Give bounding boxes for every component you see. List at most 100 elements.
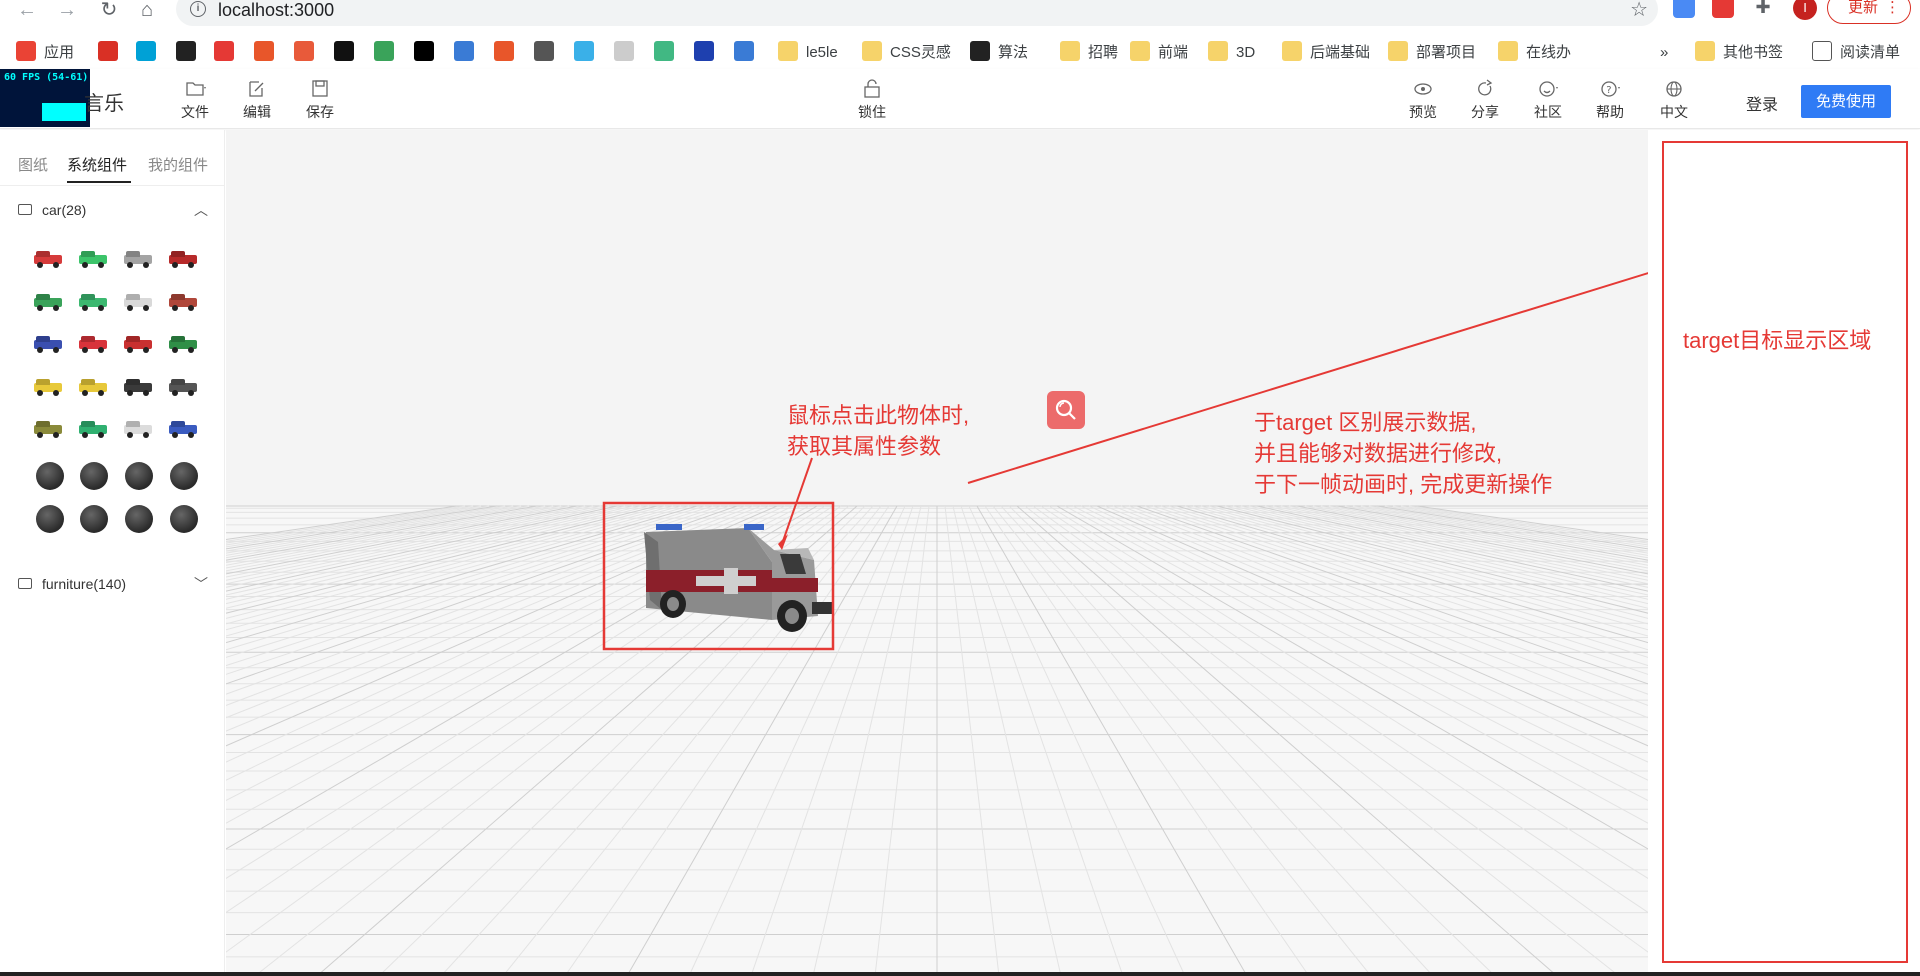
bookmark-item[interactable] <box>214 41 242 65</box>
wheel-component[interactable] <box>170 505 198 533</box>
car-component-thumbnail[interactable] <box>122 335 154 355</box>
group-furniture[interactable]: furniture(140) ﹀ <box>18 573 208 595</box>
car-component-thumbnail[interactable] <box>32 335 64 355</box>
save-button[interactable]: 保存 <box>290 79 350 122</box>
car-component-thumbnail[interactable] <box>122 250 154 270</box>
wheel-component[interactable] <box>80 462 108 490</box>
tab-drawings[interactable]: 图纸 <box>18 154 48 175</box>
bookmark-item[interactable] <box>374 41 402 65</box>
bookmark-label: 算法 <box>998 44 1029 61</box>
car-component-thumbnail[interactable] <box>77 335 109 355</box>
update-button[interactable]: 更新 ⋮ <box>1827 0 1911 24</box>
wheel-component[interactable] <box>36 462 64 490</box>
car-component-thumbnail[interactable] <box>77 378 109 398</box>
tab-my-components[interactable]: 我的组件 <box>148 154 208 175</box>
bookmark-item[interactable] <box>534 41 562 65</box>
address-bar[interactable]: i localhost:3000 ☆ <box>176 0 1658 26</box>
preview-button[interactable]: 预览 <box>1393 79 1453 122</box>
language-menu[interactable]: 中文 <box>1644 79 1704 122</box>
reading-list[interactable]: 阅读清单 <box>1812 41 1900 65</box>
bookmark-item[interactable] <box>254 41 282 65</box>
car-component-thumbnail[interactable] <box>77 293 109 313</box>
share-button[interactable]: 分享 <box>1455 79 1515 122</box>
scene-canvas[interactable] <box>226 130 1648 976</box>
help-menu[interactable]: ? 帮助 <box>1580 79 1640 122</box>
url-text[interactable]: localhost:3000 <box>218 0 334 21</box>
bookmark-item[interactable] <box>654 41 682 65</box>
bookmark-item[interactable]: 后端基础 <box>1282 41 1370 65</box>
bookmark-item[interactable]: 应用 <box>16 41 74 65</box>
bookmark-item[interactable] <box>574 41 602 65</box>
bookmark-item[interactable]: CSS灵感 <box>862 41 951 65</box>
login-link[interactable]: 登录 <box>1746 91 1778 115</box>
profile-avatar[interactable]: I <box>1793 0 1817 20</box>
bookmark-star-icon[interactable]: ☆ <box>1630 0 1648 22</box>
bookmark-item[interactable] <box>494 41 522 65</box>
car-component-thumbnail[interactable] <box>32 378 64 398</box>
translate-extension-icon[interactable] <box>1673 0 1695 18</box>
bilibili-icon <box>136 41 156 62</box>
bookmark-item[interactable] <box>614 41 642 65</box>
bookmarks-overflow-icon[interactable]: » <box>1660 41 1668 65</box>
bookmark-item[interactable] <box>98 41 126 65</box>
wheel-component[interactable] <box>36 505 64 533</box>
bookmark-item[interactable] <box>334 41 362 65</box>
bookmark-item[interactable] <box>136 41 164 65</box>
bookmark-item[interactable]: 3D <box>1208 41 1255 65</box>
car-component-thumbnail[interactable] <box>167 378 199 398</box>
bookmark-item[interactable]: 在线办 <box>1498 41 1571 65</box>
bookmark-item[interactable] <box>176 41 204 65</box>
target-panel-outline <box>1662 141 1908 963</box>
bookmark-item[interactable]: 招聘 <box>1060 41 1118 65</box>
other-bookmarks[interactable]: 其他书签 <box>1695 41 1783 65</box>
wheel-component[interactable] <box>80 505 108 533</box>
red-extension-icon[interactable] <box>1712 0 1734 18</box>
lock-button[interactable]: 锁住 <box>842 79 902 122</box>
back-arrow-icon[interactable]: ← <box>16 0 38 22</box>
diamond-icon <box>574 41 594 62</box>
tab-system-components[interactable]: 系统组件 <box>67 154 127 175</box>
target-panel[interactable]: target目标显示区域 <box>1648 130 1920 976</box>
site-info-icon[interactable]: i <box>190 1 206 17</box>
wheel-component[interactable] <box>125 505 153 533</box>
apps-grid-icon <box>16 41 36 62</box>
forward-arrow-icon[interactable]: → <box>56 0 78 22</box>
car-component-thumbnail[interactable] <box>32 250 64 270</box>
car-component-thumbnail[interactable] <box>167 250 199 270</box>
car-component-thumbnail[interactable] <box>122 378 154 398</box>
bookmark-item[interactable] <box>734 41 762 65</box>
dark-square-icon <box>334 41 354 62</box>
car-component-thumbnail[interactable] <box>32 293 64 313</box>
car-component-thumbnail[interactable] <box>32 420 64 440</box>
bookmark-item[interactable]: le5le <box>778 41 838 65</box>
car-component-thumbnail[interactable] <box>167 293 199 313</box>
car-component-thumbnail[interactable] <box>122 420 154 440</box>
car-component-thumbnail[interactable] <box>167 335 199 355</box>
reload-icon[interactable]: ↻ <box>98 0 120 22</box>
bookmark-item[interactable] <box>694 41 722 65</box>
bookmark-item[interactable]: 前端 <box>1130 41 1188 65</box>
bookmark-item[interactable] <box>414 41 442 65</box>
file-menu[interactable]: 文件 <box>165 79 225 122</box>
car-component-thumbnail[interactable] <box>77 420 109 440</box>
home-icon[interactable]: ⌂ <box>136 0 158 22</box>
car-component-thumbnail[interactable] <box>167 420 199 440</box>
brand-logo[interactable]: 言乐 <box>84 87 124 116</box>
free-use-button[interactable]: 免费使用 <box>1801 85 1891 118</box>
target-panel-label: target目标显示区域 <box>1683 328 1872 353</box>
component-sidebar: 图纸 系统组件 我的组件 car(28) ︿ furniture(140) ﹀ <box>0 130 225 976</box>
bookmark-item[interactable] <box>294 41 322 65</box>
bookmark-label: CSS灵感 <box>890 44 951 61</box>
bookmark-item[interactable]: 部署项目 <box>1388 41 1476 65</box>
puzzle-extension-icon[interactable]: ✚ <box>1752 0 1774 18</box>
wheel-component[interactable] <box>170 462 198 490</box>
group-car[interactable]: car(28) ︿ <box>18 199 208 221</box>
car-component-thumbnail[interactable] <box>77 250 109 270</box>
search-button[interactable] <box>1047 391 1085 429</box>
community-menu[interactable]: 社区 <box>1518 79 1578 122</box>
wheel-component[interactable] <box>125 462 153 490</box>
bookmark-item[interactable] <box>454 41 482 65</box>
car-component-thumbnail[interactable] <box>122 293 154 313</box>
edit-menu[interactable]: 编辑 <box>227 79 287 122</box>
bookmark-item[interactable]: 算法 <box>970 41 1028 65</box>
